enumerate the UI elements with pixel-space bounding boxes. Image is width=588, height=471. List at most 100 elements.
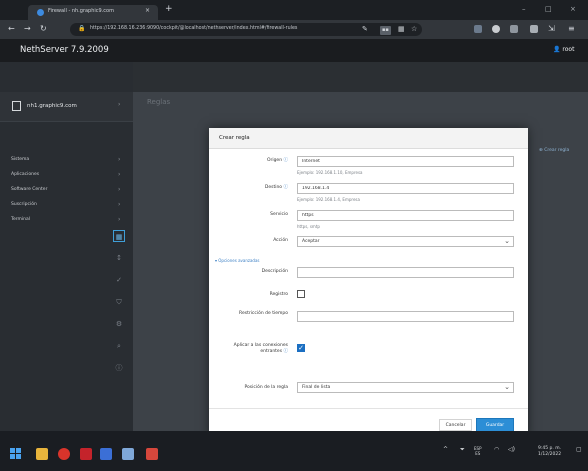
app-icon[interactable] <box>122 448 134 460</box>
host-selector[interactable]: nh1.graphic9.com › <box>0 92 133 122</box>
tab-close-icon[interactable]: × <box>145 7 150 14</box>
check-icon[interactable]: ✓ <box>113 274 125 286</box>
apply-connections-checkbox[interactable]: ✓ <box>297 344 305 352</box>
create-rule-link[interactable]: ⊕ Crear regla <box>539 148 569 153</box>
rule-position-select[interactable]: Final de lista ⌄ <box>297 382 514 393</box>
brand-title: NethServer 7.9.2009 <box>20 45 109 55</box>
minimize-icon[interactable]: – <box>522 6 526 13</box>
sidebar-item-terminal[interactable]: Terminal › <box>0 214 133 227</box>
browser-toolbar: ← → ↻ 🔒 https://192.168.16.236:9090/cock… <box>0 20 588 39</box>
sidebar: nh1.graphic9.com › Sistema › Aplicacione… <box>0 62 133 431</box>
sidebar-item-software-center[interactable]: Software Center › <box>0 184 133 197</box>
description-label: Descripción <box>261 269 288 274</box>
extension-icon[interactable] <box>474 25 482 33</box>
app-icon[interactable] <box>146 448 158 460</box>
back-icon[interactable]: ← <box>8 24 15 34</box>
maximize-icon[interactable]: □ <box>545 6 552 13</box>
cancel-button[interactable]: Cancelar <box>439 419 472 431</box>
key-icon[interactable]: ✎ <box>362 25 368 34</box>
chevron-right-icon: › <box>118 216 121 223</box>
network-icon[interactable]: ↕ <box>113 252 125 264</box>
time-restriction-input[interactable] <box>297 311 514 322</box>
action-select[interactable]: Aceptar ⌄ <box>297 236 514 247</box>
host-name: nh1.graphic9.com <box>27 103 77 109</box>
url-text[interactable]: https://192.168.16.236:9090/cockpit/@loc… <box>90 26 297 31</box>
apply-connections-label: Aplicar a las conexiones entrantes ⓘ <box>233 343 289 354</box>
destination-label: Destino ⓘ <box>264 185 289 190</box>
reader-icon[interactable]: ▦ <box>398 25 405 34</box>
save-button[interactable]: Guardar <box>476 418 514 432</box>
info-icon[interactable]: ⓘ <box>113 362 125 374</box>
bookmark-star-icon[interactable]: ☆ <box>411 25 417 34</box>
log-label: Registro <box>269 292 288 297</box>
chevron-right-icon: › <box>118 171 121 178</box>
chevron-right-icon: › <box>118 186 121 193</box>
os-taskbar: ^ ⏷ ESP ES ◠ ◁) 9:45 p. m. 1/12/2022 ▢ <box>0 431 588 471</box>
user-icon: 👤 <box>553 46 563 53</box>
destination-help: Ejemplo: 192.168.1.4, Empresa <box>297 197 360 202</box>
wifi-icon[interactable]: ◠ <box>494 446 499 454</box>
tab-title: Firewall - nh.graphic9.com <box>48 8 114 14</box>
extension-icon[interactable] <box>530 25 538 33</box>
dialog-header: Crear regla <box>209 128 528 149</box>
new-tab-icon[interactable]: + <box>165 5 173 14</box>
gear-icon[interactable]: ⚙ <box>113 318 125 330</box>
chevron-icon: › <box>118 101 121 108</box>
close-window-icon[interactable]: × <box>570 6 576 13</box>
sidebar-item-sistema[interactable]: Sistema › <box>0 154 133 167</box>
app-header: NethServer 7.9.2009 👤 root <box>0 39 588 62</box>
sidebar-toggle-icon[interactable]: ⇲ <box>548 24 555 34</box>
rule-position-label: Posición de la regla <box>244 385 288 390</box>
chevron-down-icon: ⌄ <box>504 237 510 245</box>
app-icon[interactable] <box>80 448 92 460</box>
help-icon[interactable]: ⓘ <box>284 185 289 190</box>
chevron-right-icon: › <box>118 201 121 208</box>
shield-icon[interactable]: ⛉ <box>113 296 125 308</box>
time-restriction-label: Restricción de tiempo <box>239 311 288 316</box>
sidebar-item-suscripcion[interactable]: Suscripción › <box>0 199 133 212</box>
search-icon[interactable]: ⌕ <box>113 340 125 352</box>
destination-input[interactable] <box>297 183 514 194</box>
firewall-icon[interactable]: ▦ <box>113 230 125 242</box>
address-bar[interactable]: 🔒 https://192.168.16.236:9090/cockpit/@l… <box>70 23 422 36</box>
browser-tab[interactable]: Firewall - nh.graphic9.com × <box>28 5 158 20</box>
help-icon[interactable]: ⓘ <box>284 349 289 354</box>
sidebar-item-aplicaciones[interactable]: Aplicaciones › <box>0 169 133 182</box>
chrome-icon[interactable] <box>58 448 70 460</box>
browser-menu-icon[interactable]: ≡ <box>568 24 575 34</box>
chevron-down-icon: ⌄ <box>504 383 510 391</box>
notifications-icon[interactable]: ▢ <box>576 446 582 454</box>
app-icon[interactable] <box>100 448 112 460</box>
create-rule-dialog: Crear regla Origen ⓘ Ejemplo: 192.168.1.… <box>209 128 528 438</box>
server-icon <box>12 101 21 111</box>
help-icon[interactable]: ⓘ <box>284 158 289 163</box>
forward-icon[interactable]: → <box>24 24 31 34</box>
reload-icon[interactable]: ↻ <box>40 24 47 34</box>
favicon-icon <box>37 9 44 16</box>
description-input[interactable] <box>297 267 514 278</box>
system-clock[interactable]: 9:45 p. m. 1/12/2022 <box>538 446 561 458</box>
windows-start-icon[interactable] <box>10 448 22 460</box>
origin-input[interactable] <box>297 156 514 167</box>
dialog-title: Crear regla <box>219 135 250 141</box>
extension-icon[interactable] <box>510 25 518 33</box>
lock-icon: 🔒 <box>78 25 86 32</box>
zoom-badge-icon[interactable]: ▪▪ <box>380 26 391 35</box>
file-explorer-icon[interactable] <box>36 448 48 460</box>
language-indicator[interactable]: ESP ES <box>474 446 481 456</box>
origin-label: Origen ⓘ <box>266 158 289 163</box>
advanced-options-toggle[interactable]: ▾ Opciones avanzadas <box>215 258 260 263</box>
origin-help: Ejemplo: 192.168.1.10, Empresa <box>297 170 363 175</box>
log-checkbox[interactable] <box>297 290 305 298</box>
service-label: Servicio <box>270 212 288 217</box>
tray-chevron-icon[interactable]: ^ <box>443 446 448 454</box>
extension-icon[interactable] <box>492 25 500 33</box>
service-input[interactable] <box>297 210 514 221</box>
user-menu[interactable]: 👤 root <box>553 46 574 53</box>
network-tray-icon[interactable]: ⏷ <box>460 446 465 454</box>
service-help: https, smtp <box>297 224 320 229</box>
action-label: Acción <box>273 238 288 243</box>
page-title: Reglas <box>147 98 171 106</box>
volume-icon[interactable]: ◁) <box>508 446 515 454</box>
browser-tab-bar: Firewall - nh.graphic9.com × + – □ × <box>0 0 588 20</box>
